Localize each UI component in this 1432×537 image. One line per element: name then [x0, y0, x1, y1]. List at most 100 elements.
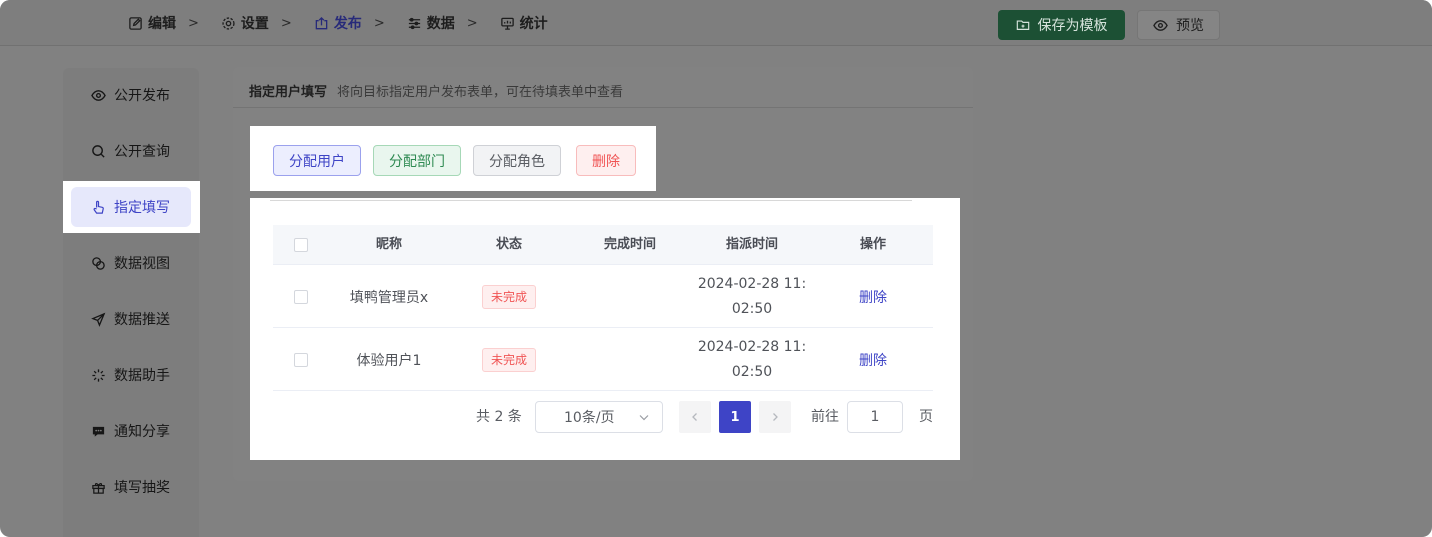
- chevron-left-icon: [692, 413, 697, 421]
- sidebar-item-label: 通知分享: [114, 424, 170, 440]
- card-description: 将向目标指定用户发布表单，可在待填表单中查看: [337, 85, 624, 100]
- eye-icon: [1153, 19, 1168, 31]
- status-cell: 未完成: [449, 265, 569, 328]
- page-unit-label: 页: [919, 409, 933, 425]
- row-select-cell: [273, 265, 329, 328]
- chevron-right-icon: >: [373, 15, 385, 31]
- step-label: 统计: [519, 16, 548, 32]
- card-title: 指定用户填写: [249, 85, 328, 100]
- assign-time-cell: 2024-02-28 11: 02:50: [691, 265, 813, 328]
- status-badge: 未完成: [481, 347, 536, 372]
- step-label: 发布: [333, 16, 362, 32]
- save-button-label: 保存为模板: [1037, 18, 1108, 34]
- step-edit[interactable]: 编辑: [128, 13, 176, 33]
- step-label: 设置: [240, 16, 269, 32]
- step-settings[interactable]: 设置: [221, 13, 269, 33]
- page-size-value: 10条/页: [564, 410, 615, 426]
- assign-department-button[interactable]: 分配部门: [373, 145, 461, 176]
- chevron-right-icon: [773, 413, 778, 421]
- step-stats[interactable]: 统计: [500, 13, 548, 33]
- table-row: 填鸭管理员x 未完成 2024-02-28 11: 02:50 删除: [273, 265, 933, 328]
- search-icon: [92, 144, 105, 158]
- preview-button[interactable]: 预览: [1137, 10, 1220, 40]
- page-number-current[interactable]: 1: [719, 401, 751, 433]
- table-row: 体验用户1 未完成 2024-02-28 11: 02:50 删除: [273, 328, 933, 391]
- preview-button-label: 预览: [1176, 18, 1204, 34]
- actions-cell: 删除: [813, 328, 933, 391]
- card-header: 指定用户填写 将向目标指定用户发布表单，可在待填表单中查看: [249, 81, 623, 100]
- row-delete-link[interactable]: 删除: [859, 350, 887, 370]
- row-checkbox[interactable]: [294, 289, 308, 304]
- step-label: 数据: [426, 16, 455, 32]
- assign-role-button[interactable]: 分配角色: [473, 145, 561, 176]
- sidebar-item-public-publish[interactable]: 公开发布: [71, 75, 191, 115]
- step-data[interactable]: 数据: [407, 13, 455, 33]
- row-delete-link[interactable]: 删除: [859, 287, 887, 307]
- assign-time-date: 2024-02-28 11:: [697, 275, 807, 292]
- sidebar-item-more[interactable]: [71, 523, 191, 537]
- sidebar-item-notify-share[interactable]: 通知分享: [71, 411, 191, 451]
- app-window: 编辑 > 设置 > 发布 > 数据 > 统计 保存为模板 预览 公开发布 公开查…: [0, 0, 1432, 537]
- step-nav: 编辑 > 设置 > 发布 > 数据 > 统计: [128, 0, 548, 46]
- status-cell: 未完成: [449, 328, 569, 391]
- divider: [233, 107, 973, 108]
- sidebar-item-lottery[interactable]: 填写抽奖: [71, 467, 191, 507]
- goto-page-input[interactable]: [847, 401, 903, 433]
- pagination: 共 2 条 10条/页 1 前往 页: [250, 401, 960, 433]
- loading-spinner-icon: [92, 368, 105, 382]
- status-badge: 未完成: [481, 284, 536, 309]
- edit-icon: [129, 16, 142, 30]
- assign-user-button[interactable]: 分配用户: [273, 145, 361, 176]
- save-as-template-button[interactable]: 保存为模板: [998, 10, 1125, 40]
- row-checkbox[interactable]: [294, 352, 308, 367]
- sidebar-item-data-assistant[interactable]: 数据助手: [71, 355, 191, 395]
- next-page-button[interactable]: [759, 401, 791, 433]
- sidebar-item-label: 指定填写: [114, 200, 170, 216]
- sidebar-item-public-query[interactable]: 公开查询: [71, 131, 191, 171]
- gear-icon: [222, 16, 235, 30]
- goto-label: 前往: [811, 409, 839, 425]
- sidebar-item-data-push[interactable]: 数据推送: [71, 299, 191, 339]
- page-size-select[interactable]: 10条/页: [535, 401, 663, 433]
- assign-time-clock: 02:50: [731, 363, 773, 380]
- assign-time-cell: 2024-02-28 11: 02:50: [691, 328, 813, 391]
- prev-page-button[interactable]: [679, 401, 711, 433]
- step-publish[interactable]: 发布: [314, 13, 362, 33]
- overlap-circles-icon: [92, 256, 105, 270]
- send-icon: [91, 312, 106, 327]
- select-all-checkbox[interactable]: [294, 238, 308, 252]
- sidebar-item-data-view[interactable]: 数据视图: [71, 243, 191, 283]
- action-buttons-panel: 分配用户 分配部门 分配角色 删除: [250, 126, 656, 191]
- divider: [270, 200, 912, 201]
- sidebar-item-label: 数据助手: [114, 368, 170, 384]
- sliders-icon: [408, 17, 420, 29]
- column-header-actions: 操作: [859, 237, 886, 252]
- sidebar-item-label: 数据视图: [114, 256, 170, 272]
- pointer-hand-icon: [93, 200, 104, 214]
- table-header: 昵称 状态 完成时间 指派时间 操作: [273, 225, 933, 265]
- sidebar-item-label: 填写抽奖: [114, 480, 170, 496]
- sidebar-item-label: 公开查询: [114, 144, 170, 160]
- column-header-status: 状态: [495, 237, 522, 252]
- chevron-right-icon: >: [280, 15, 292, 31]
- chevron-right-icon: >: [188, 15, 199, 31]
- delete-button[interactable]: 删除: [576, 145, 636, 176]
- actions-cell: 删除: [813, 265, 933, 328]
- column-header-nickname: 昵称: [375, 237, 402, 252]
- eye-icon: [91, 89, 106, 101]
- assigned-users-table-panel: 昵称 状态 完成时间 指派时间 操作 填鸭管理员x 未完成 2024-02-28…: [250, 198, 960, 460]
- sidebar-item-label: 公开发布: [114, 88, 170, 104]
- column-header-finish-time: 完成时间: [603, 237, 656, 252]
- select-all-cell: [273, 225, 329, 265]
- sidebar-item-label: 数据推送: [114, 312, 170, 328]
- presentation-chart-icon: [500, 17, 514, 30]
- finish-time-cell: [569, 328, 691, 391]
- nickname-cell: 体验用户1: [356, 352, 422, 369]
- nickname-cell: 填鸭管理员x: [349, 289, 429, 306]
- assign-time-date: 2024-02-28 11:: [697, 338, 807, 355]
- folder-icon: [1016, 20, 1029, 30]
- row-select-cell: [273, 328, 329, 391]
- chat-bubble-icon: [92, 426, 105, 437]
- column-header-assign-time: 指派时间: [725, 237, 778, 252]
- sidebar-item-assigned-fill[interactable]: 指定填写: [71, 187, 191, 227]
